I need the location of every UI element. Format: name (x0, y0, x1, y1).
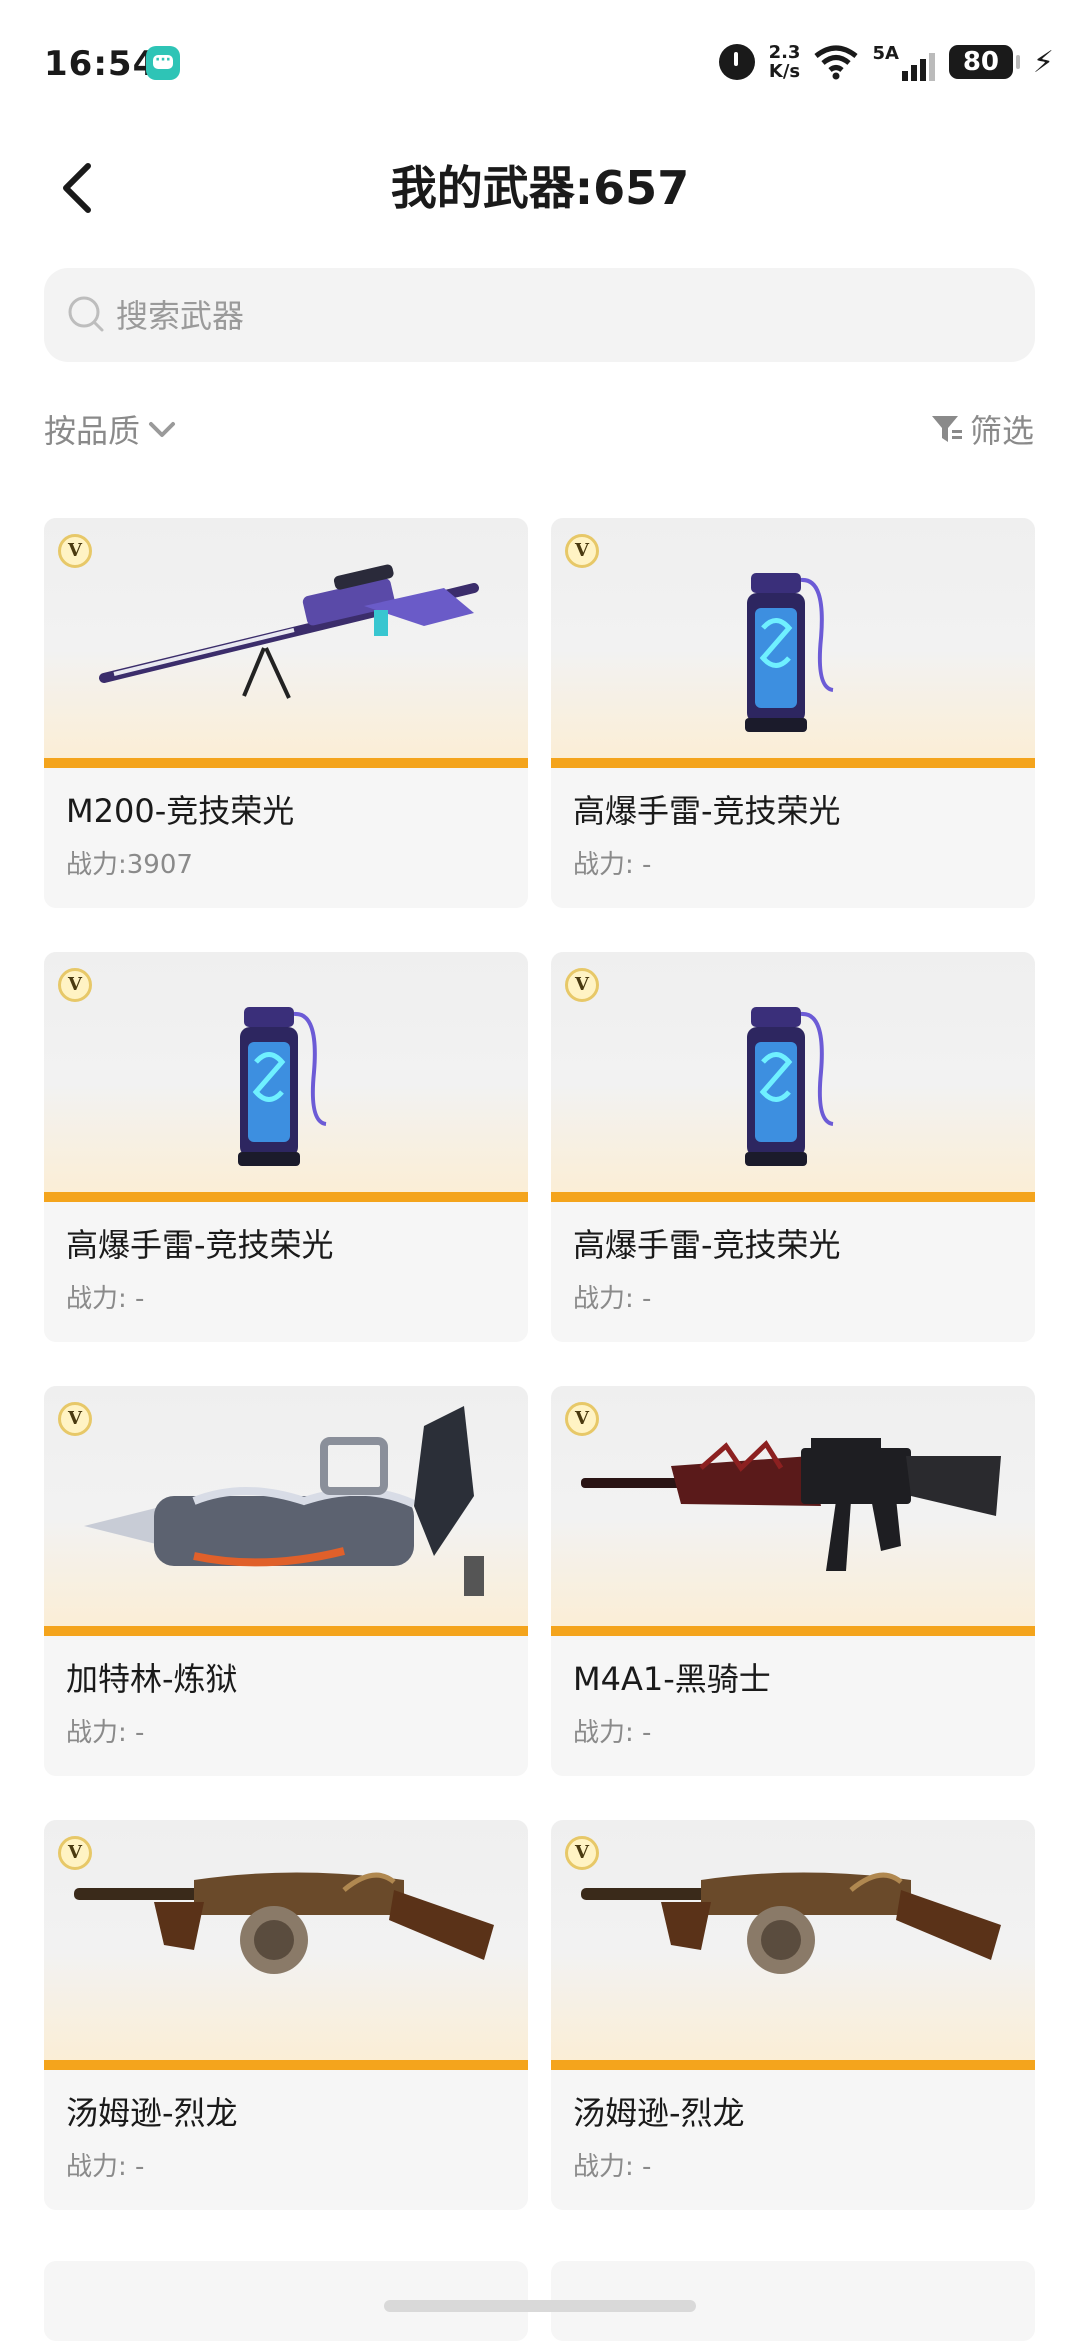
tommy-gun-icon (74, 1872, 494, 1974)
weapon-card[interactable]: V 加特林-炼狱 战力: - (44, 1386, 528, 1776)
rank-badge: V (58, 534, 92, 568)
weapon-power: 战力: - (573, 1284, 652, 1314)
rank-badge: V (565, 1402, 599, 1436)
weapon-power: 战力: - (573, 850, 652, 880)
rank-badge: V (565, 1836, 599, 1870)
weapon-image-area: V (44, 952, 528, 1202)
weapon-name: M200-竞技荣光 (66, 792, 295, 830)
weapon-card[interactable]: V 高爆手雷-竞技荣光 战力: - (551, 952, 1035, 1342)
sniper-rifle-icon (99, 564, 479, 699)
weapon-card[interactable]: V M200-竞技荣光 战力:3907 (44, 518, 528, 908)
search-input[interactable] (114, 268, 1018, 364)
net-speed-unit: K/s (768, 61, 801, 82)
status-bar: 16:54 2.3 K/s 5A 80 ⚡ (0, 0, 1080, 130)
weapon-name: 加特林-炼狱 (66, 1660, 238, 1698)
net-speed: 2.3 K/s (769, 43, 801, 81)
weapon-power: 战力: - (66, 1718, 145, 1748)
sort-label: 按品质 (44, 412, 141, 450)
alarm-icon (718, 44, 755, 80)
filter-icon (931, 416, 962, 442)
chevron-down-icon (149, 422, 176, 437)
rank-badge: V (58, 968, 92, 1002)
weapon-grid: V M200-竞技荣光 战力:3907 V 高爆手雷-竞技荣光 战力: - V … (44, 518, 1035, 2210)
weapon-name: 高爆手雷-竞技荣光 (573, 792, 841, 830)
weapon-power: 战力: - (66, 1284, 145, 1314)
weapon-image-area: V (44, 1386, 528, 1636)
weapon-power: 战力: - (573, 1718, 652, 1748)
status-time: 16:54 (44, 44, 158, 84)
weapon-image-area: V (44, 518, 528, 768)
weapon-power: 战力: - (573, 2152, 652, 2182)
weapon-image-area: V (551, 1386, 1035, 1636)
net-speed-value: 2.3 (768, 42, 801, 63)
rank-badge: V (58, 1402, 92, 1436)
page-title: 我的武器:657 (390, 161, 690, 215)
grenade-icon (745, 573, 834, 732)
rank-badge: V (565, 534, 599, 568)
weapon-image-area: V (551, 952, 1035, 1202)
weapon-name: 高爆手雷-竞技荣光 (573, 1226, 841, 1264)
wifi-icon (814, 45, 859, 80)
weapon-power: 战力:3907 (66, 850, 193, 880)
weapon-card[interactable]: V 汤姆逊-烈龙 战力: - (44, 1820, 528, 2210)
weapon-card[interactable]: V 高爆手雷-竞技荣光 战力: - (551, 518, 1035, 908)
cellular-signal-icon: 5A (872, 43, 935, 81)
weapon-card[interactable]: V 汤姆逊-烈龙 战力: - (551, 1820, 1035, 2210)
weapon-name: 汤姆逊-烈龙 (573, 2094, 745, 2132)
charging-icon: ⚡ (1032, 44, 1054, 80)
tommy-gun-icon (581, 1872, 1001, 1974)
weapon-name: 高爆手雷-竞技荣光 (66, 1226, 334, 1264)
weapon-power: 战力: - (66, 2152, 145, 2182)
home-gesture-bar[interactable] (384, 2300, 696, 2312)
status-icons: 2.3 K/s 5A 80 ⚡ (718, 40, 1054, 84)
assault-rifle-icon (581, 1438, 1001, 1571)
battery-level: 80 (962, 47, 1000, 77)
search-icon (68, 296, 104, 332)
network-type: 5A (872, 43, 899, 64)
weapon-name: M4A1-黑骑士 (573, 1660, 771, 1698)
sort-by-quality-dropdown[interactable]: 按品质 (44, 406, 178, 452)
filter-button[interactable]: 筛选 (930, 406, 1034, 452)
gatling-gun-icon (84, 1406, 484, 1596)
weapon-name: 汤姆逊-烈龙 (66, 2094, 238, 2132)
rank-badge: V (565, 968, 599, 1002)
search-bar[interactable] (44, 268, 1035, 364)
grenade-icon (238, 1007, 327, 1166)
weapon-card[interactable]: V 高爆手雷-竞技荣光 战力: - (44, 952, 528, 1342)
filter-label: 筛选 (969, 412, 1034, 450)
weapon-card[interactable]: V M4A1-黑骑士 战力: - (551, 1386, 1035, 1776)
battery-icon: 80 (948, 45, 1020, 79)
grenade-icon (745, 1007, 834, 1166)
weapon-image-area: V (44, 1820, 528, 2070)
weapon-image-area: V (551, 1820, 1035, 2070)
rank-badge: V (58, 1836, 92, 1870)
back-button[interactable] (52, 158, 112, 218)
weapon-image-area: V (551, 518, 1035, 768)
chat-notification-icon (146, 46, 180, 80)
